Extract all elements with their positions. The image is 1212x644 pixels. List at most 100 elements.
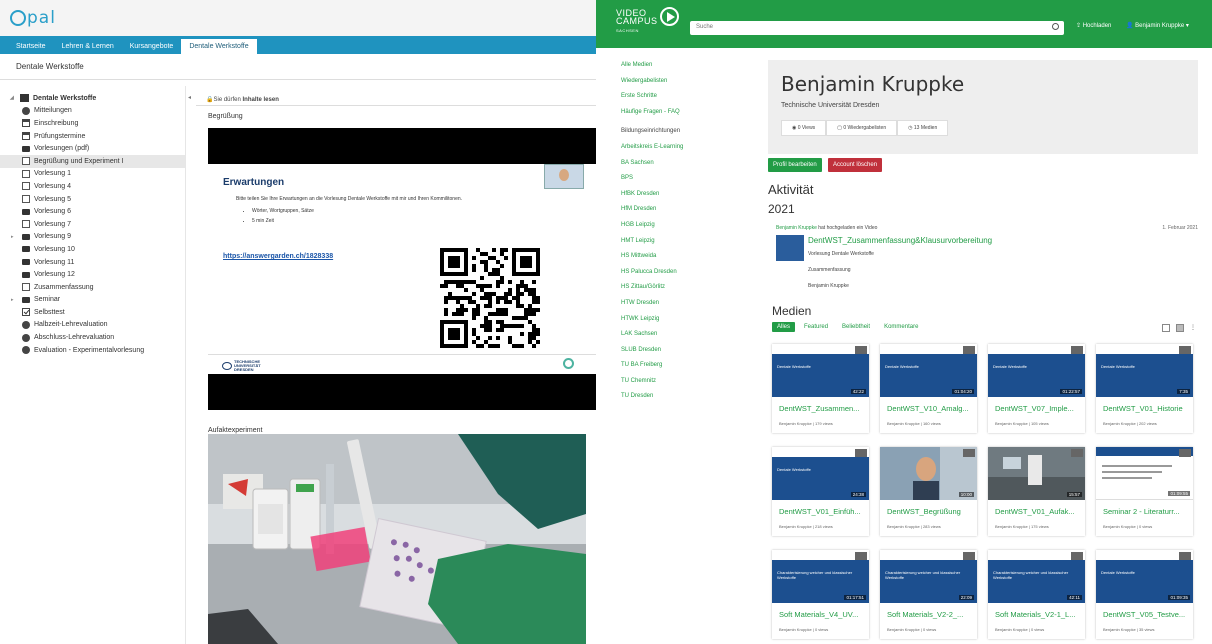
edit-profile-button[interactable]: Profil bearbeiten	[768, 158, 822, 172]
media-thumbnail[interactable]: 10:00	[880, 447, 977, 500]
sidebar-item[interactable]: Wiedergabelisten	[596, 78, 754, 94]
tree-item[interactable]: Vorlesung 4	[0, 180, 185, 193]
tree-item[interactable]: Vorlesung 11	[0, 256, 185, 269]
share-icon[interactable]	[855, 449, 867, 457]
media-thumbnail[interactable]: 15:57	[988, 447, 1085, 500]
sidebar-item[interactable]: HfM Dresden	[596, 206, 754, 222]
sidebar-item[interactable]: TU Dresden	[596, 393, 754, 409]
media-card[interactable]: Dentale Werkstoffe 42:22 DentWST_Zusammen.…	[772, 344, 869, 433]
tree-item[interactable]: Einschreibung	[0, 117, 185, 130]
media-card[interactable]: Dentale Werkstoffe 01:22:57 DentWST_V07_Im…	[988, 344, 1085, 433]
media-thumbnail[interactable]: Dentale Werkstoffe 42:22	[772, 344, 869, 397]
tree-item[interactable]: Halbzeit-Lehrevaluation	[0, 319, 185, 332]
media-card[interactable]: Dentale Werkstoffe 01:04:20 DentWST_V10_Am…	[880, 344, 977, 433]
media-title[interactable]: DentWST_V10_Amalg...	[887, 404, 975, 413]
tree-item[interactable]: Vorlesung 5	[0, 193, 185, 206]
tree-item[interactable]: Evaluation - Experimentalvorlesung	[0, 344, 185, 357]
sidebar-item[interactable]: HTWK Leipzig	[596, 316, 754, 332]
sidebar-item[interactable]: HfBK Dresden	[596, 191, 754, 207]
media-title[interactable]: DentWST_V01_Historie	[1103, 404, 1191, 413]
tree-item[interactable]: Vorlesung 7	[0, 218, 185, 231]
sidebar-item[interactable]: BPS	[596, 175, 754, 191]
media-card[interactable]: Charakterisierung weicher und klassische…	[988, 550, 1085, 639]
filter-1[interactable]: Featured	[799, 322, 833, 332]
sidebar-item[interactable]: Alle Medien	[596, 62, 754, 78]
sidebar-item[interactable]: HGB Leipzig	[596, 222, 754, 238]
media-card[interactable]: 01:09:55 Seminar 2 - Literaturr... Benjami…	[1096, 447, 1193, 536]
activity-user-link[interactable]: Benjamin Kruppke	[776, 225, 817, 231]
tree-item[interactable]: Vorlesung 1	[0, 168, 185, 181]
sidebar-item[interactable]: TU BA Freiberg	[596, 362, 754, 378]
share-icon[interactable]	[963, 346, 975, 354]
sidebar-item[interactable]: HS Mittweida	[596, 253, 754, 269]
media-thumbnail[interactable]: Dentale Werkstoffe 01:09:35	[1096, 550, 1193, 603]
filter-0[interactable]: Alles	[772, 322, 796, 332]
media-title[interactable]: Soft Materials_V2-2_...	[887, 610, 975, 619]
tree-item[interactable]: Begrüßung und Experiment I	[0, 154, 185, 168]
sidebar-item[interactable]: HMT Leipzig	[596, 238, 754, 254]
media-title[interactable]: DentWST_Zusammen...	[779, 404, 867, 413]
tab-2[interactable]: Kursangebote	[122, 39, 182, 54]
tree-item[interactable]: Vorlesung 6	[0, 205, 185, 218]
media-card[interactable]: Dentale Werkstoffe 7:35 DentWST_V01_Histor…	[1096, 344, 1193, 433]
media-title[interactable]: DentWST_V01_Einfüh...	[779, 507, 867, 516]
media-thumbnail[interactable]: Dentale Werkstoffe 01:22:57	[988, 344, 1085, 397]
collapse-arrow-icon[interactable]: ◢	[10, 95, 14, 101]
media-card[interactable]: Dentale Werkstoffe 01:09:35 DentWST_V05_Te…	[1096, 550, 1193, 639]
expand-arrow-icon[interactable]: ▸	[11, 297, 14, 303]
sidebar-item[interactable]: HTW Dresden	[596, 300, 754, 316]
share-icon[interactable]	[1179, 346, 1191, 354]
share-icon[interactable]	[963, 449, 975, 457]
video-player-slide[interactable]: Erwartungen Bitte teilen Sie Ihre Erwart…	[208, 128, 596, 410]
user-menu[interactable]: 👤 Benjamin Kruppke ▾	[1126, 22, 1189, 29]
media-card[interactable]: Charakterisierung weicher und klassische…	[880, 550, 977, 639]
tree-item[interactable]: Abschluss-Lehrevaluation	[0, 331, 185, 344]
media-title[interactable]: DentWST_V01_Aufak...	[995, 507, 1083, 516]
delete-account-button[interactable]: Account löschen	[828, 158, 883, 172]
media-card[interactable]: 10:00 DentWST_Begrüßung Benjamin Kruppke |…	[880, 447, 977, 536]
tree-item[interactable]: Vorlesung 10	[0, 243, 185, 256]
tree-item[interactable]: ◢ Dentale Werkstoffe	[0, 92, 185, 105]
tree-item[interactable]: ▸ Vorlesung 9	[0, 231, 185, 244]
sidebar-item[interactable]: TU Chemnitz	[596, 378, 754, 394]
opal-logo[interactable]: pal	[10, 8, 56, 28]
tree-item[interactable]: Prüfungstermine	[0, 130, 185, 143]
sidebar-item[interactable]: Erste Schritte	[596, 93, 754, 109]
sidebar-item[interactable]: Häufige Fragen - FAQ	[596, 109, 754, 125]
sidebar-item[interactable]: SLUB Dresden	[596, 347, 754, 363]
sidebar-item[interactable]: LAK Sachsen	[596, 331, 754, 347]
sidebar-item[interactable]: HS Zittau/Görlitz	[596, 284, 754, 300]
share-icon[interactable]	[1071, 552, 1083, 560]
media-title[interactable]: Seminar 2 - Literaturr...	[1103, 507, 1191, 516]
tree-item[interactable]: ▸ Seminar	[0, 294, 185, 307]
filter-2[interactable]: Beliebtheit	[837, 322, 875, 332]
media-card[interactable]: 15:57 DentWST_V01_Aufak... Benjamin Kruppk…	[988, 447, 1085, 536]
search-icon[interactable]	[1052, 23, 1059, 30]
share-icon[interactable]	[963, 552, 975, 560]
collapse-tree-icon[interactable]: ◂	[188, 94, 191, 101]
share-icon[interactable]	[1071, 449, 1083, 457]
upload-button[interactable]: ⇪ Hochladen	[1076, 22, 1111, 29]
answergarden-link[interactable]: https://answergarden.ch/1828338	[223, 253, 333, 260]
media-thumbnail[interactable]: Dentale Werkstoffe 24:38	[772, 447, 869, 500]
sidebar-item[interactable]: HS Palucca Dresden	[596, 269, 754, 285]
search-input[interactable]: Suche	[690, 21, 1064, 35]
media-thumbnail[interactable]: Charakterisierung weicher und klassische…	[772, 550, 869, 603]
media-thumbnail[interactable]: Charakterisierung weicher und klassische…	[880, 550, 977, 603]
tree-item[interactable]: Selbsttest	[0, 306, 185, 319]
activity-thumbnail[interactable]	[776, 235, 804, 261]
compact-view-icon[interactable]: ⋮	[1190, 324, 1198, 332]
expand-arrow-icon[interactable]: ▸	[11, 234, 14, 240]
media-title[interactable]: Soft Materials_V2-1_L...	[995, 610, 1083, 619]
tab-0[interactable]: Startseite	[8, 39, 54, 54]
media-title[interactable]: DentWST_V07_Imple...	[995, 404, 1083, 413]
tree-item[interactable]: Zusammenfassung	[0, 281, 185, 294]
tree-item[interactable]: Vorlesung 12	[0, 268, 185, 281]
vc-logo[interactable]: VIDEO CAMPUS SACHSEN	[616, 9, 658, 35]
activity-video-title[interactable]: DentWST_Zusammenfassung&Klausurvorbereit…	[808, 236, 992, 245]
media-title[interactable]: DentWST_Begrüßung	[887, 507, 975, 516]
list-view-icon[interactable]	[1162, 324, 1170, 332]
sidebar-item[interactable]: BA Sachsen	[596, 160, 754, 176]
media-card[interactable]: Charakterisierung weicher und klassische…	[772, 550, 869, 639]
share-icon[interactable]	[855, 552, 867, 560]
